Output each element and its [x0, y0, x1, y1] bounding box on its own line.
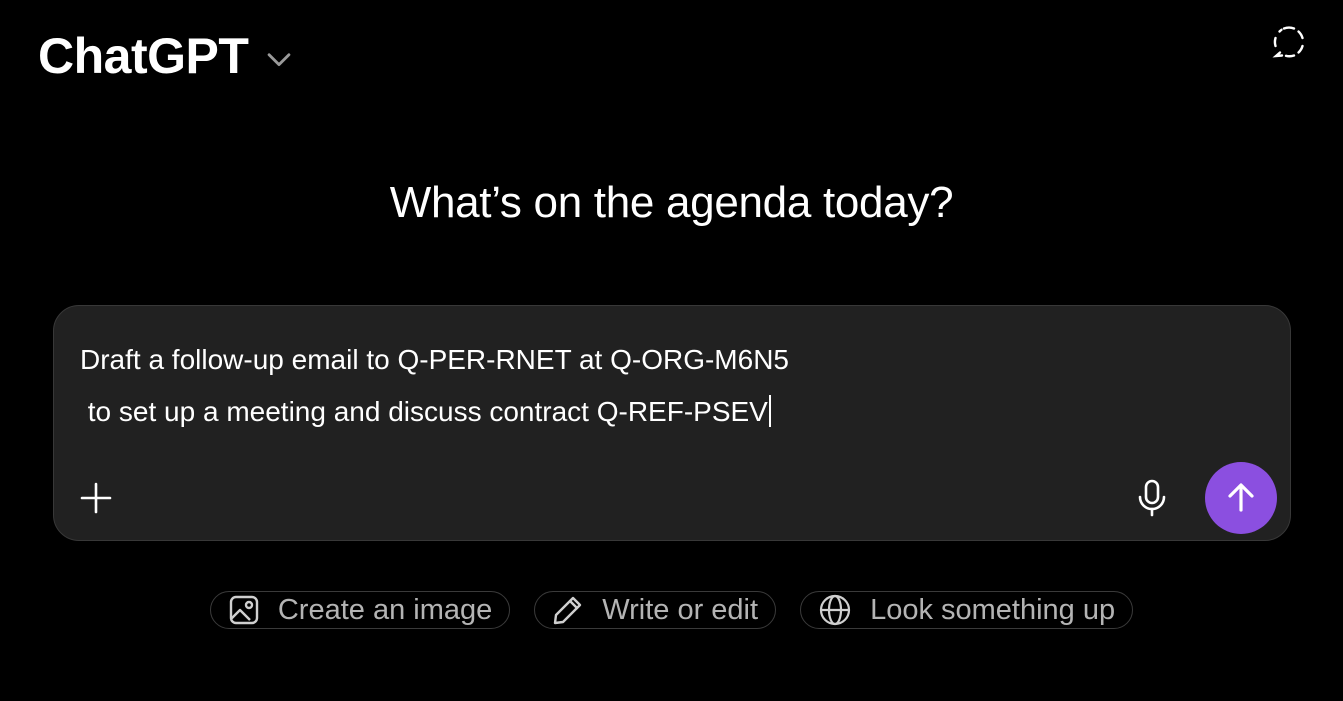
prompt-input[interactable]: Draft a follow-up email to Q-PER-RNET at…	[80, 334, 1260, 438]
pencil-icon	[554, 596, 582, 625]
suggestion-write-edit[interactable]: Write or edit	[534, 591, 777, 629]
microphone-icon	[1138, 479, 1166, 517]
send-button[interactable]	[1205, 462, 1277, 534]
image-icon	[229, 595, 259, 625]
chevron-down-icon	[268, 53, 291, 67]
add-attachment-button[interactable]	[74, 476, 118, 520]
chat-app: ChatGPT What’s on the agenda today? Draf…	[0, 0, 1343, 701]
app-title: ChatGPT	[38, 28, 249, 84]
prompt-line-1: Draft a follow-up email to Q-PER-RNET at…	[80, 344, 789, 375]
arrow-up-icon	[1228, 483, 1254, 512]
prompt-line-2: to set up a meeting and discuss contract…	[80, 396, 768, 427]
page-heading: What’s on the agenda today?	[389, 178, 954, 227]
suggestion-create-image[interactable]: Create an image	[209, 591, 511, 629]
suggestion-label: Look something up	[870, 593, 1116, 626]
dictate-button[interactable]	[1130, 476, 1174, 520]
suggestion-look-up[interactable]: Look something up	[800, 591, 1134, 629]
suggestion-label: Write or edit	[602, 593, 759, 626]
temporary-chat-icon	[1272, 26, 1304, 58]
suggestion-label: Create an image	[277, 593, 493, 626]
plus-icon	[80, 482, 112, 514]
temporary-chat-button[interactable]	[1271, 24, 1307, 60]
prompt-composer[interactable]: Draft a follow-up email to Q-PER-RNET at…	[53, 305, 1291, 541]
model-switcher[interactable]: ChatGPT	[38, 28, 296, 84]
suggestion-chips: Create an image Write or edit Look somet…	[0, 591, 1343, 629]
text-caret	[768, 395, 771, 427]
globe-icon	[819, 594, 851, 626]
